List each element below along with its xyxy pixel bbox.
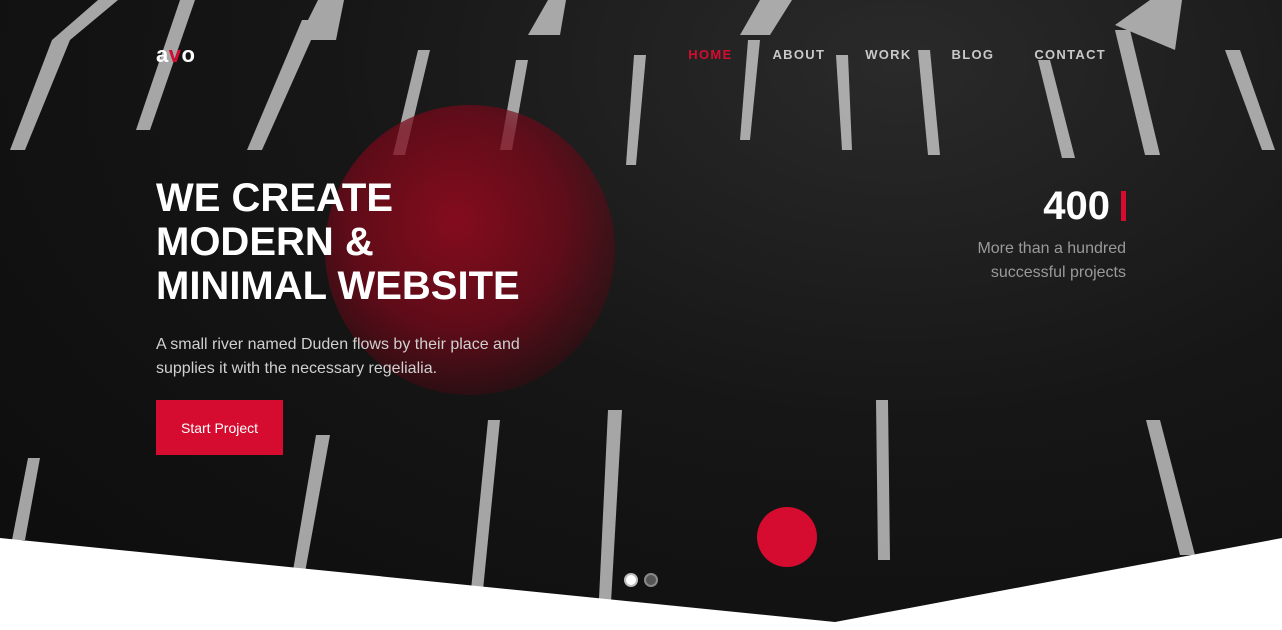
logo-letter-v: v (168, 42, 182, 67)
stat-accent-bar (1121, 191, 1126, 221)
headline-line-2: MODERN & (156, 220, 374, 264)
stat-number: 400 (1043, 184, 1110, 228)
hero-section: avo HOME ABOUT WORK BLOG CONTACT WE CREA… (0, 0, 1282, 630)
hero-subtext: A small river named Duden flows by their… (156, 336, 520, 377)
bottom-white-shape (0, 538, 1282, 630)
start-project-button[interactable]: Start Project (156, 400, 283, 455)
slider-pagination (624, 573, 658, 587)
nav-item-work[interactable]: WORK (865, 47, 911, 62)
hero-headline: WE CREATE MODERN & MINIMAL WEBSITE (156, 176, 576, 308)
nav-item-about[interactable]: ABOUT (772, 47, 825, 62)
slider-dot-2[interactable] (644, 573, 658, 587)
main-nav: HOME ABOUT WORK BLOG CONTACT (688, 47, 1106, 62)
red-circle-decoration (757, 507, 817, 567)
logo[interactable]: avo (156, 42, 195, 68)
nav-item-blog[interactable]: BLOG (952, 47, 995, 62)
logo-letter-a: a (156, 42, 169, 67)
stat-label: More than a hundred successful projects (977, 240, 1126, 281)
nav-item-home[interactable]: HOME (688, 47, 732, 62)
slider-dot-1[interactable] (624, 573, 638, 587)
headline-line-3: MINIMAL WEBSITE (156, 264, 520, 308)
headline-line-1: WE CREATE (156, 176, 394, 220)
nav-item-contact[interactable]: CONTACT (1034, 47, 1106, 62)
logo-letter-o: o (181, 42, 196, 67)
